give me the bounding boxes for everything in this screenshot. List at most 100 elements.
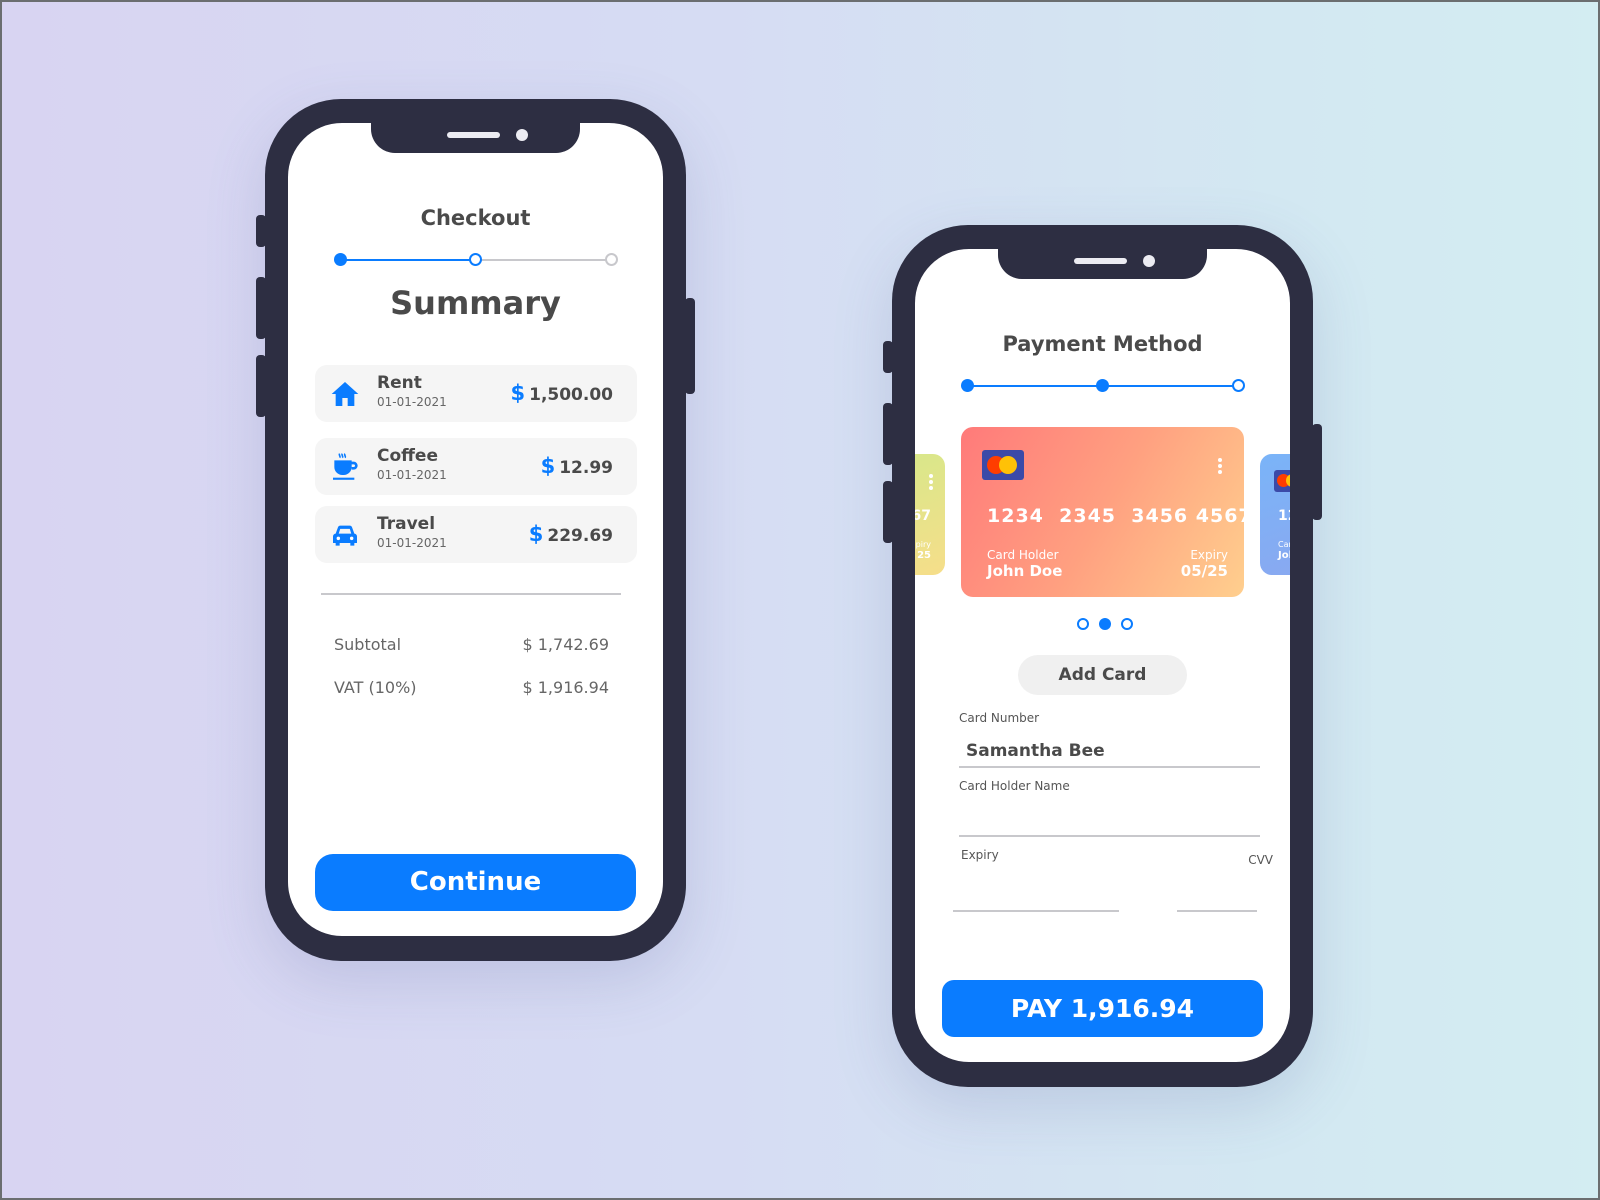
amount-value: 1,500.00 [529,385,613,405]
card-next[interactable]: 12 Car Jol [1260,454,1290,575]
subtotal-row: Subtotal $ 1,742.69 [334,635,609,654]
phone-checkout: Checkout Summary Rent 01-01-2021 $1,500.… [256,99,695,961]
home-icon [331,382,359,406]
add-card-button[interactable]: Add Card [1018,655,1187,695]
item-amount: $12.99 [541,454,613,478]
continue-button[interactable]: Continue [315,854,636,911]
subtotal-label: Subtotal [334,635,402,654]
amount-value: 229.69 [547,526,613,546]
speaker-grille [1074,258,1127,264]
payment-screen: Payment Method 67 piry 25 1234 2345 3456… [915,249,1290,1062]
card-holder-label: Card Holder [987,548,1059,562]
checkout-screen: Checkout Summary Rent 01-01-2021 $1,500.… [288,123,663,936]
checkout-header: Checkout [420,206,531,230]
mastercard-icon [1274,470,1290,492]
card-menu-icon[interactable] [929,474,933,492]
step-line-pending [476,259,612,261]
list-item-rent[interactable]: Rent 01-01-2021 $1,500.00 [315,365,637,422]
card-number-group-3: 3456 [1131,505,1189,527]
phone-payment: Payment Method 67 piry 25 1234 2345 3456… [883,225,1322,1087]
card-holder-name-input[interactable] [959,797,1260,833]
step-3-dot [1232,379,1245,392]
card-expiry-label-partial: piry [915,540,931,549]
item-date: 01-01-2021 [377,395,447,409]
card-number-partial: 67 [915,508,931,524]
front-camera [1143,255,1155,267]
item-name: Coffee [377,446,438,466]
expiry-label: Expiry [961,848,999,862]
vat-row: VAT (10%) $ 1,916.94 [334,678,609,697]
carousel-dot-3[interactable] [1121,618,1133,630]
card-holder-label-partial: Car [1278,540,1290,549]
card-expiry: 05/25 [1180,562,1228,580]
list-item-coffee[interactable]: Coffee 01-01-2021 $12.99 [315,438,637,495]
step-line-completed [340,259,476,261]
cvv-label: CVV [1248,853,1273,867]
card-number-group-2: 2345 [1059,505,1117,527]
step-3-dot [605,253,618,266]
coffee-cup-icon [333,453,358,480]
phone-notch [998,249,1207,279]
step-2-dot [469,253,482,266]
card-number-partial: 12 [1278,508,1290,524]
list-item-travel[interactable]: Travel 01-01-2021 $229.69 [315,506,637,563]
expiry-underline [953,910,1119,912]
section-title-summary: Summary [390,284,561,322]
carousel-dot-2-active[interactable] [1099,618,1111,630]
card-holder-name: John Doe [987,562,1063,580]
currency-symbol: $ [528,522,544,546]
cvv-input[interactable] [1177,869,1257,909]
phone-power-button [685,298,695,394]
card-number-label: Card Number [959,711,1040,725]
card-holder-name-underline [959,835,1260,837]
card-number-underline [959,766,1260,768]
speaker-grille [447,132,500,138]
car-icon [333,525,357,546]
amount-value: 12.99 [559,458,613,478]
item-name: Travel [377,514,436,534]
card-previous[interactable]: 67 piry 25 [915,454,945,575]
step-1-dot [961,379,974,392]
phone-mute-switch [256,215,266,247]
pay-button[interactable]: PAY 1,916.94 [942,980,1263,1037]
card-number-input[interactable]: Samantha Bee [966,741,1105,761]
card-active[interactable]: 1234 2345 3456 4567 Card Holder John Doe… [961,427,1244,597]
item-amount: $229.69 [529,522,613,546]
item-date: 01-01-2021 [377,468,447,482]
card-expiry-label: Expiry [1190,548,1228,562]
card-expiry-partial: 25 [917,550,931,561]
item-name: Rent [377,373,422,393]
phone-notch [371,123,580,153]
card-number-group-4: 4567 [1195,505,1244,527]
item-amount: $1,500.00 [510,381,613,405]
card-carousel-dots [1077,618,1133,630]
checkout-progress-stepper [334,253,618,267]
expiry-input[interactable] [953,869,1119,909]
card-number-group-1: 1234 [987,505,1044,527]
vat-value: $ 1,916.94 [522,678,609,697]
mastercard-icon [982,450,1024,480]
subtotal-value: $ 1,742.69 [522,635,609,654]
phone-power-button [1312,424,1322,520]
phone-volume-up-button [883,403,893,465]
carousel-dot-1[interactable] [1077,618,1089,630]
step-1-dot [334,253,347,266]
step-2-dot [1096,379,1109,392]
item-date: 01-01-2021 [377,536,447,550]
phone-volume-down-button [256,355,266,417]
currency-symbol: $ [540,454,556,478]
phone-volume-up-button [256,277,266,339]
cvv-underline [1177,910,1257,912]
card-menu-icon[interactable] [1218,458,1222,476]
front-camera [516,129,528,141]
card-holder-partial: Jol [1278,550,1290,561]
payment-header: Payment Method [1002,332,1203,356]
summary-divider [321,593,621,595]
vat-label: VAT (10%) [334,678,417,697]
card-holder-name-label: Card Holder Name [959,779,1070,793]
payment-progress-stepper [961,379,1245,393]
currency-symbol: $ [510,381,526,405]
phone-mute-switch [883,341,893,373]
phone-volume-down-button [883,481,893,543]
card-number: 1234 2345 3456 4567 [987,505,1244,527]
